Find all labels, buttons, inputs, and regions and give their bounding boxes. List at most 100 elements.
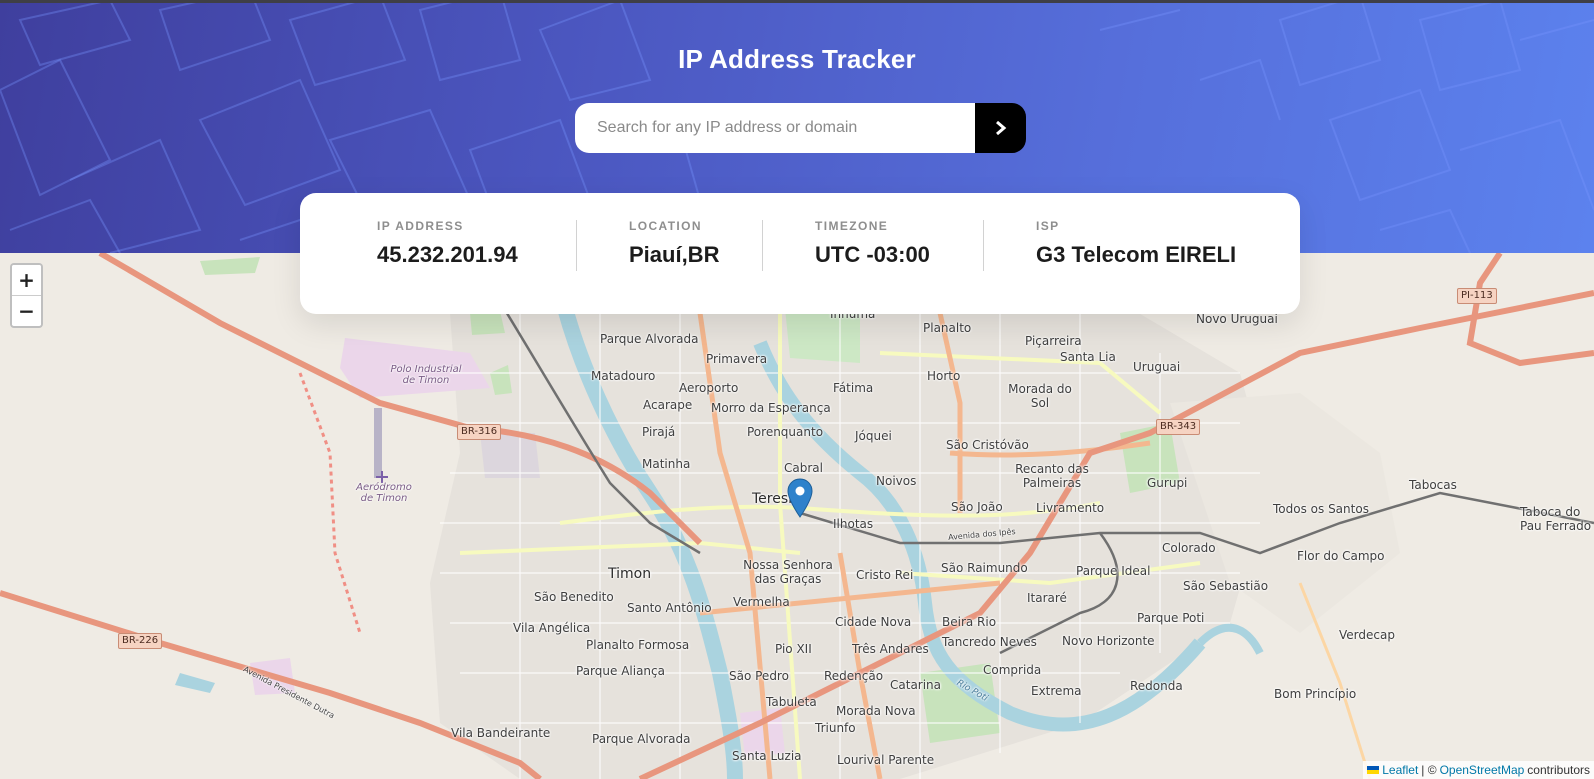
map-place-label: Parque Ideal xyxy=(1076,564,1151,578)
map-place-label: Santa Luzia xyxy=(732,749,802,763)
map-place-label: Cidade Nova xyxy=(835,615,912,629)
map-place-label: Primavera xyxy=(706,352,768,366)
map-place-label: Acarape xyxy=(643,398,693,412)
map-place-label: Uruguai xyxy=(1133,360,1181,374)
map-place-label: Parque Aliança xyxy=(576,664,665,678)
map-place-label: Beira Rio xyxy=(942,615,997,629)
location-value: Piauí,BR xyxy=(629,242,720,267)
map-place-label: Matinha xyxy=(642,457,691,471)
location-block: LOCATION Piauí,BR xyxy=(629,219,719,268)
map-place-label: Morada Nova xyxy=(836,704,916,718)
map-place-label: Triunfo xyxy=(815,721,856,735)
map-place-label: Vermelha xyxy=(733,595,790,609)
map-place-label: Vila Angélica xyxy=(513,621,591,635)
road-shield: BR-316 xyxy=(457,424,502,440)
map-place-label: Redonda xyxy=(1130,679,1183,693)
isp-value: G3 Telecom EIRELI xyxy=(1036,242,1237,267)
map-place-label: Morro da Esperança xyxy=(711,401,831,415)
map-place-label: Comprida xyxy=(983,663,1042,677)
map-place-label: São Cristóvão xyxy=(946,438,1029,452)
location-label: LOCATION xyxy=(629,219,702,233)
map-place-label: Cabral xyxy=(784,461,823,475)
map-place-label: Aeródromo de Timon xyxy=(356,482,412,504)
map-place-label: Livramento xyxy=(1036,501,1105,515)
search-form xyxy=(575,103,1026,153)
map-attribution: Leaflet | © OpenStreetMap contributors xyxy=(1363,761,1594,779)
map-place-label: Morada do Sol xyxy=(1008,382,1072,410)
map-place-label: Recanto das Palmeiras xyxy=(1015,462,1089,490)
map-place-label: Três Andares xyxy=(852,642,929,656)
map-place-label: Parque Alvorada xyxy=(592,732,691,746)
zoom-in-button[interactable]: + xyxy=(12,265,41,295)
isp-block: ISP G3 Telecom EIRELI xyxy=(1036,219,1236,268)
ip-info-card: IP ADDRESS 45.232.201.94 LOCATION Piauí,… xyxy=(300,193,1300,314)
attribution-contributors: contributors xyxy=(1527,763,1590,777)
map-place-label: Santo Antônio xyxy=(627,601,712,615)
map-place-label: Taboca do Pau Ferrado xyxy=(1520,505,1592,533)
map-place-label: Polo Industrial de Timon xyxy=(390,364,462,386)
map-place-label: Matadouro xyxy=(591,369,656,383)
map-place-label: Colorado xyxy=(1162,541,1216,555)
road-shield: BR-343 xyxy=(1156,419,1201,435)
page-title: IP Address Tracker xyxy=(678,44,916,74)
map-place-label: Redenção xyxy=(824,669,884,683)
divider xyxy=(762,220,763,271)
map-zoom-control: + − xyxy=(10,263,43,328)
map-place-label: Verdecap xyxy=(1339,628,1395,642)
map-place-label: Itararé xyxy=(1027,591,1067,605)
timezone-value: UTC -03:00 xyxy=(815,242,930,267)
ip-address-value: 45.232.201.94 xyxy=(377,242,518,267)
map-place-label: São Pedro xyxy=(729,669,789,683)
timezone-block: TIMEZONE UTC -03:00 xyxy=(815,219,930,268)
map-place-label: Horto xyxy=(927,369,961,383)
map-place-label: Noivos xyxy=(876,474,917,488)
divider xyxy=(576,220,577,271)
map-place-label: Santa Lia xyxy=(1060,350,1116,364)
map-place-label: Pirajá xyxy=(642,425,676,439)
map-place-label: Parque Alvorada xyxy=(600,332,699,346)
road-shield: BR-226 xyxy=(118,633,163,649)
timezone-label: TIMEZONE xyxy=(815,219,889,233)
map-place-label: Gurupi xyxy=(1147,476,1188,490)
map-place-label: São João xyxy=(951,500,1003,514)
map-place-label: Pio XII xyxy=(775,642,812,656)
map-marker-icon[interactable] xyxy=(787,478,813,518)
ip-address-block: IP ADDRESS 45.232.201.94 xyxy=(377,219,518,268)
map-place-label: Timon xyxy=(608,566,652,582)
map-place-label: Novo Uruguai xyxy=(1196,312,1278,326)
map-place-label: Tabocas xyxy=(1409,478,1457,492)
isp-label: ISP xyxy=(1036,219,1060,233)
zoom-out-button[interactable]: − xyxy=(12,295,41,325)
map-place-label: Vila Bandeirante xyxy=(451,726,551,740)
road-shield: PI-113 xyxy=(1457,288,1497,304)
search-button[interactable] xyxy=(975,103,1026,153)
map-place-label: São Raimundo xyxy=(941,561,1028,575)
map-place-label: Planalto Formosa xyxy=(586,638,690,652)
map-place-label: Fátima xyxy=(833,381,874,395)
map-place-label: Nossa Senhora das Graças xyxy=(743,558,833,586)
divider xyxy=(983,220,984,271)
ukraine-flag-icon xyxy=(1367,766,1380,774)
map-place-label: Aeroporto xyxy=(679,381,739,395)
map-place-label: Ilhotas xyxy=(833,517,874,531)
map-place-label: São Benedito xyxy=(534,590,614,604)
openstreetmap-link[interactable]: OpenStreetMap xyxy=(1440,763,1525,777)
map-place-label: Jóquei xyxy=(855,429,892,443)
attribution-separator: | © xyxy=(1421,763,1437,777)
ip-address-label: IP ADDRESS xyxy=(377,219,464,233)
map-place-label: Todos os Santos xyxy=(1273,502,1369,516)
chevron-right-icon xyxy=(995,121,1006,135)
leaflet-link[interactable]: Leaflet xyxy=(1382,763,1418,777)
search-input[interactable] xyxy=(575,103,975,153)
map-place-label: Piçarreira xyxy=(1025,334,1082,348)
map-place-label: Parque Poti xyxy=(1137,611,1205,625)
map-place-label: Lourival Parente xyxy=(837,753,935,767)
map-place-label: Novo Horizonte xyxy=(1062,634,1155,648)
map-place-label: Flor do Campo xyxy=(1297,549,1385,563)
map-place-label: Porenquanto xyxy=(747,425,824,439)
map-place-label: Tancredo Neves xyxy=(942,635,1037,649)
map-place-label: Cristo Rei xyxy=(856,568,914,582)
map-place-label: Planalto xyxy=(923,321,972,335)
window-top-border xyxy=(0,0,1594,3)
map-place-label: Tabuleta xyxy=(766,695,817,709)
